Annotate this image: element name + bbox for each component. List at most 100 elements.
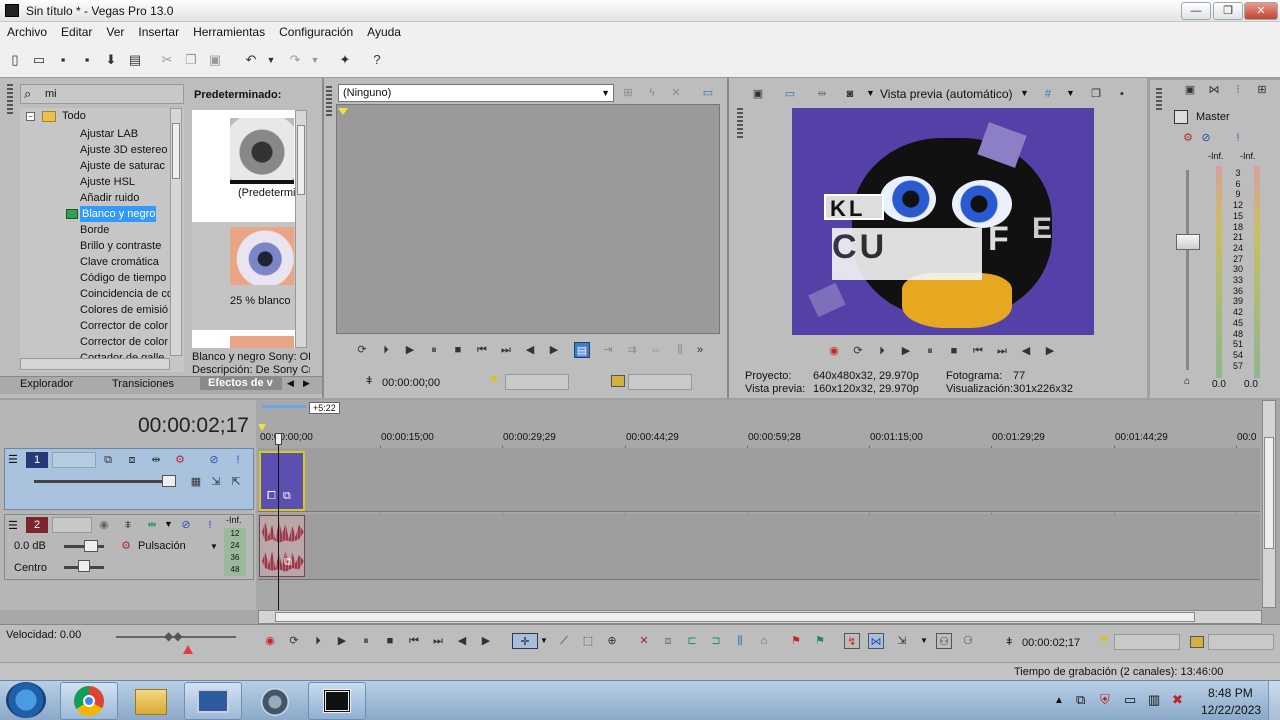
auto-crossfade-icon[interactable]: ⋈ [868, 633, 884, 649]
fit-icon[interactable]: ⇔ [648, 342, 664, 358]
new-file-icon[interactable]: ▯ [6, 51, 24, 69]
chevron-down-icon[interactable]: ▼ [920, 636, 928, 645]
more-icon[interactable]: » [692, 342, 708, 358]
clip-fx-icon[interactable]: ⧉ [284, 556, 292, 569]
undo-dropdown-icon[interactable]: ▼ [262, 51, 280, 69]
track-name-field[interactable] [52, 452, 96, 468]
tree-root-label[interactable]: Todo [62, 110, 86, 122]
show-desktop-button[interactable] [1268, 681, 1280, 720]
composite-mode-icon[interactable]: ⧉ [100, 452, 116, 468]
loop-icon[interactable]: ⟳ [850, 343, 866, 359]
lock-meters-icon[interactable]: ⊞ [1254, 82, 1270, 98]
panel-grip[interactable] [326, 86, 332, 116]
presets-scrollbar[interactable] [295, 110, 307, 348]
next-frame-icon[interactable]: ▶ [1042, 343, 1058, 359]
redo-dropdown-icon[interactable]: ▼ [306, 51, 324, 69]
selection-tool-icon[interactable]: ⬚ [580, 633, 596, 649]
split-icon[interactable]: ⫼ [672, 342, 688, 358]
menu-editar[interactable]: Editar [54, 22, 99, 42]
play-icon[interactable]: ▶ [898, 343, 914, 359]
tray-icon[interactable]: ⛨ [1100, 692, 1110, 708]
redo-icon[interactable]: ↷ [286, 51, 304, 69]
taskbar-vegas[interactable] [308, 682, 366, 720]
video-clip[interactable]: ⧠ ⧉ [259, 451, 305, 511]
preset-default[interactable]: (Predetermi [192, 110, 295, 218]
tab-scroll-right-icon[interactable]: ▶ [303, 378, 310, 389]
tab-transiciones[interactable]: Transiciones [112, 378, 174, 390]
composite-child-icon[interactable]: ⇲ [208, 474, 224, 490]
undo-icon[interactable]: ↶ [242, 51, 260, 69]
split-screen-icon[interactable]: ⇹ [814, 86, 830, 102]
next-frame-icon[interactable]: ▶ [546, 342, 562, 358]
master-solo-icon[interactable]: ǃ [1230, 130, 1246, 146]
properties-icon[interactable]: ▤ [126, 51, 144, 69]
whats-this-help-icon[interactable]: ? [368, 51, 386, 69]
insert-marker-icon[interactable]: ⚑ [788, 633, 804, 649]
clock-date[interactable]: 12/22/2023 [1201, 703, 1261, 717]
preview-properties-icon[interactable]: ▣ [750, 86, 766, 102]
grid-chevron-icon[interactable]: ▼ [1066, 88, 1075, 98]
show-hidden-icons[interactable]: ▲ [1054, 695, 1064, 706]
track-fx-icon[interactable]: ⚙ [172, 452, 188, 468]
volume-slider-handle[interactable] [84, 540, 98, 552]
tray-icon[interactable]: ▭ [1124, 692, 1136, 708]
loop-icon[interactable]: ⟳ [354, 342, 370, 358]
collapse-icon[interactable]: − [26, 112, 35, 121]
trimmer-length-field[interactable] [628, 374, 692, 390]
video-preview-icon[interactable]: ▭ [700, 85, 716, 101]
tree-hscrollbar[interactable] [20, 358, 170, 370]
delete-icon[interactable]: ✕ [636, 633, 652, 649]
menu-archivo[interactable]: Archivo [0, 22, 54, 42]
play-from-start-icon[interactable]: ⏵ [378, 342, 394, 358]
pause-icon[interactable]: ⏸ [426, 342, 442, 358]
lock-icon[interactable]: ⌂ [1184, 376, 1190, 387]
minimize-button[interactable]: — [1181, 2, 1211, 20]
add-to-timeline-icon[interactable]: ⊞ [620, 85, 636, 101]
audio-track-lane[interactable] [258, 514, 1260, 580]
menu-insertar[interactable]: Insertar [131, 22, 186, 42]
master-fader-handle[interactable] [1176, 234, 1200, 250]
insert-region-icon[interactable]: ⚑ [812, 633, 828, 649]
go-to-end-icon[interactable]: ⏭ [498, 342, 514, 358]
prev-frame-icon[interactable]: ◀ [522, 342, 538, 358]
render-icon[interactable]: ⬇ [102, 51, 120, 69]
go-to-start-icon[interactable]: ⏮ [970, 343, 986, 359]
prev-frame-icon[interactable]: ◀ [454, 633, 470, 649]
snapping-icon[interactable]: ⇲ [894, 633, 910, 649]
copy-icon[interactable]: ❐ [182, 51, 200, 69]
track-mute-icon[interactable]: ⊘ [178, 517, 194, 533]
clock-time[interactable]: 8:48 PM [1208, 686, 1253, 700]
preset-25-white[interactable]: 25 % blanco [192, 222, 295, 330]
go-to-end-icon[interactable]: ⏭ [430, 633, 446, 649]
next-frame-icon[interactable]: ▶ [478, 633, 494, 649]
tab-efectos-video[interactable]: Efectos de v [200, 376, 282, 390]
play-from-start-icon[interactable]: ⏵ [310, 633, 326, 649]
auto-ripple-icon[interactable]: ↯ [844, 633, 860, 649]
go-to-start-icon[interactable]: ⏮ [406, 633, 422, 649]
trimmer-in-field[interactable] [505, 374, 569, 390]
trim-start-icon[interactable]: ⊏ [684, 633, 700, 649]
go-to-start-icon[interactable]: ⏮ [474, 342, 490, 358]
save-as-icon[interactable]: ▪ [78, 51, 96, 69]
track-fx-name[interactable]: Pulsación [138, 540, 186, 552]
fx-item[interactable]: Código de tiempo [80, 270, 184, 286]
master-fx-icon[interactable]: ⚙ [1180, 130, 1196, 146]
loop-icon[interactable]: ⟳ [286, 633, 302, 649]
trimmer-view[interactable] [336, 104, 720, 334]
master-mute-icon[interactable]: ⊘ [1198, 130, 1214, 146]
prev-frame-icon[interactable]: ◀ [1018, 343, 1034, 359]
fx-item[interactable]: Clave cromática [80, 254, 184, 270]
tree-scrollbar[interactable] [170, 108, 182, 356]
panel-grip[interactable] [7, 84, 13, 114]
speed-handle-icon[interactable]: ◆◆ [164, 629, 182, 643]
maximize-button[interactable]: ❐ [1213, 2, 1243, 20]
downmix-icon[interactable]: ⋈ [1206, 82, 1222, 98]
chevron-down-icon[interactable]: ▼ [540, 636, 548, 645]
fx-item[interactable]: Colores de emisió [80, 302, 184, 318]
trim-end-icon[interactable]: ⊐ [708, 633, 724, 649]
paste-icon[interactable]: ▣ [206, 51, 224, 69]
fx-item[interactable]: Ajuste 3D estereo [80, 142, 184, 158]
save-snapshot-icon[interactable]: ▪ [1114, 86, 1130, 102]
lock-icon[interactable]: ⌂ [756, 633, 772, 649]
panel-grip[interactable] [737, 108, 743, 138]
